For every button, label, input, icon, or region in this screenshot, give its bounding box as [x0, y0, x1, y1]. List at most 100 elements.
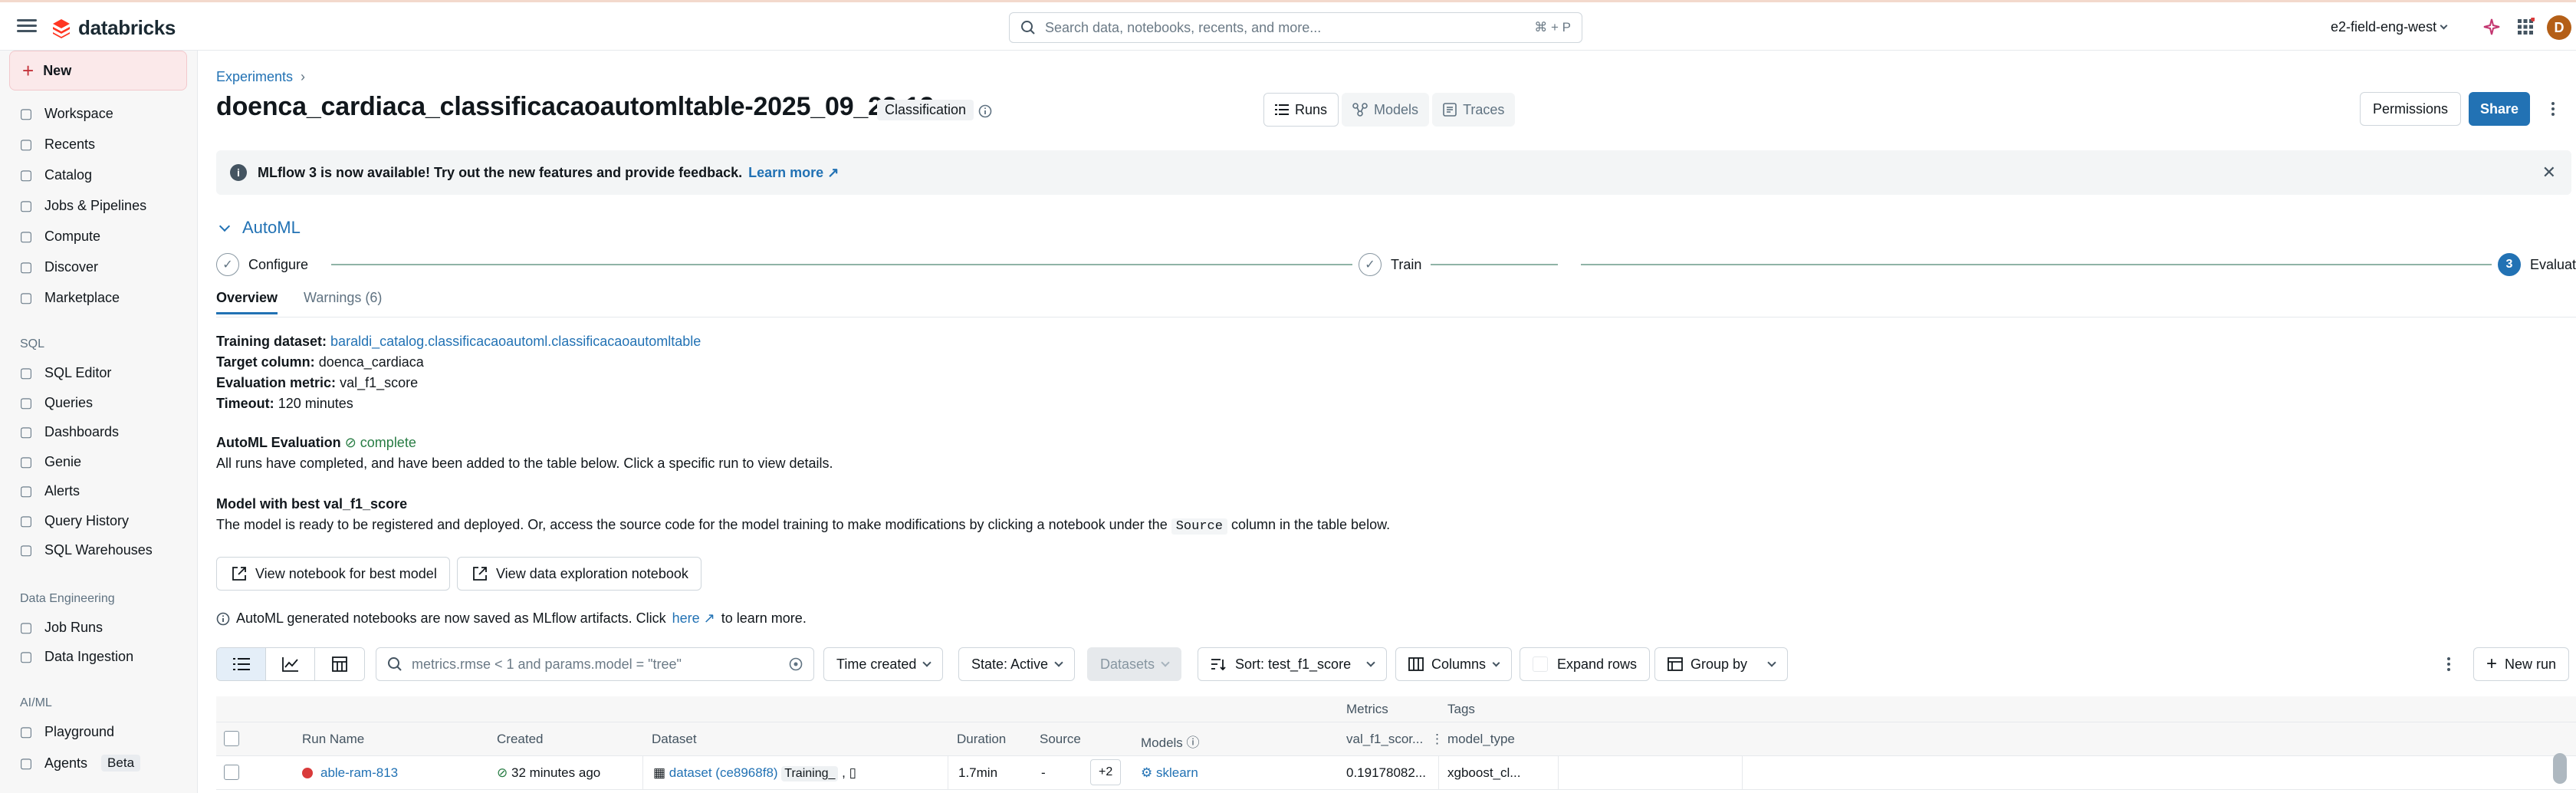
state-dropdown[interactable]: State: Active [958, 647, 1076, 681]
sidebar-item-label: Jobs & Pipelines [44, 198, 147, 213]
select-all-checkbox[interactable] [224, 731, 239, 746]
column-header-dataset[interactable]: Dataset [652, 732, 697, 747]
open-external-icon [232, 567, 246, 581]
databricks-logo[interactable]: databricks [52, 16, 176, 40]
new-run-button[interactable]: + New run [2473, 647, 2570, 681]
sidebar-item-marketplace[interactable]: ▢ Marketplace [18, 290, 120, 306]
sidebar-item-query-history[interactable]: ▢ Query History [18, 513, 129, 529]
view-best-notebook-button[interactable]: View notebook for best model [216, 557, 450, 591]
time-created-dropdown[interactable]: Time created [823, 647, 944, 681]
column-header-duration[interactable]: Duration [957, 732, 1006, 747]
duration-cell: 1.7min [958, 765, 998, 780]
sidebar-item-jobs-pipelines[interactable]: ▢ Jobs & Pipelines [18, 198, 146, 214]
column-menu-icon[interactable]: ⋮ [1431, 732, 1444, 747]
models-header-label: Models [1141, 735, 1183, 750]
expand-rows-toggle[interactable]: Expand rows [1520, 647, 1651, 681]
sidebar-item-sql-warehouses[interactable]: ▢ SQL Warehouses [18, 542, 153, 558]
datasets-label: Datasets [1100, 656, 1155, 672]
table-grid-icon [332, 656, 347, 672]
share-button[interactable]: Share [2469, 92, 2530, 126]
banner-text: MLflow 3 is now available! Try out the n… [258, 164, 743, 180]
sidebar-section-aiml: AI/ML [20, 696, 52, 709]
run-name-link[interactable]: able-ram-813 [320, 765, 398, 780]
info-icon[interactable] [978, 104, 992, 118]
column-header-val-f1-score[interactable]: val_f1_scor... [1346, 732, 1423, 747]
close-icon[interactable]: ✕ [2542, 163, 2556, 183]
new-button[interactable]: + New [9, 51, 187, 90]
sidebar-item-agents[interactable]: ▢ Agents Beta [18, 755, 141, 772]
tab-warnings[interactable]: Warnings (6) [304, 290, 382, 312]
user-avatar[interactable]: D [2547, 15, 2571, 40]
table-scrollbar[interactable] [2553, 753, 2567, 784]
column-header-created[interactable]: Created [497, 732, 543, 747]
more-options-icon[interactable] [2551, 100, 2556, 118]
sidebar-item-discover[interactable]: ▢ Discover [18, 259, 98, 275]
table-row[interactable]: able-ram-813 ⊘ 32 minutes ago ▦ dataset … [216, 756, 2576, 790]
tab-runs[interactable]: Runs [1263, 93, 1339, 127]
brand-name: databricks [78, 16, 176, 39]
banner-learn-more-link[interactable]: Learn more ↗ [748, 165, 839, 181]
sidebar-item-label: Dashboards [44, 424, 120, 439]
tab-traces[interactable]: Traces [1432, 93, 1516, 127]
sidebar-item-label: SQL Warehouses [44, 542, 153, 558]
menu-icon[interactable] [17, 16, 37, 36]
sidebar-item-genie[interactable]: ▢ Genie [18, 454, 81, 470]
step-train: ✓ Train [1352, 253, 1431, 276]
sidebar-item-catalog[interactable]: ▢ Catalog [18, 167, 92, 183]
help-icon[interactable] [789, 657, 803, 671]
sidebar-item-alerts[interactable]: ▢ Alerts [18, 483, 80, 499]
assistant-sparkle-icon[interactable] [2482, 18, 2501, 36]
store-icon: ▢ [19, 290, 33, 305]
sidebar-item-compute[interactable]: ▢ Compute [18, 229, 100, 245]
sidebar-item-sql-editor[interactable]: ▢ SQL Editor [18, 365, 111, 381]
tab-models[interactable]: Models [1342, 93, 1430, 127]
view-exploration-notebook-button[interactable]: View data exploration notebook [457, 557, 702, 591]
breadcrumb-experiments-link[interactable]: Experiments [216, 69, 293, 85]
sidebar-item-playground[interactable]: ▢ Playground [18, 724, 114, 740]
sort-dropdown[interactable]: Sort: test_f1_score [1198, 647, 1388, 681]
column-header-source[interactable]: Source [1040, 732, 1081, 747]
artifact-view-button[interactable] [315, 648, 364, 680]
sidebar-item-workspace[interactable]: ▢ Workspace [18, 106, 113, 122]
sidebar-item-queries[interactable]: ▢ Queries [18, 395, 93, 411]
column-header-run-name[interactable]: Run Name [302, 732, 364, 747]
columns-dropdown[interactable]: Columns [1395, 647, 1513, 681]
sidebar-item-data-ingestion[interactable]: ▢ Data Ingestion [18, 649, 133, 665]
table-view-button[interactable] [217, 648, 266, 680]
sidebar-item-job-runs[interactable]: ▢ Job Runs [18, 620, 103, 636]
sidebar-item-label: Compute [44, 229, 101, 244]
check-circle-icon: ⊘ [344, 435, 356, 450]
notebooks-artifacts-note: AutoML generated notebooks are now saved… [216, 610, 807, 627]
tab-traces-label: Traces [1463, 101, 1505, 117]
column-header-models[interactable]: Models ⓘ [1141, 732, 1200, 751]
automl-collapse-toggle[interactable]: AutoML [219, 218, 301, 238]
run-color-dot[interactable] [302, 768, 313, 778]
column-header-model-type[interactable]: model_type [1447, 732, 1515, 747]
model-link[interactable]: sklearn [1156, 765, 1198, 780]
global-search-input[interactable]: Search data, notebooks, recents, and mor… [1009, 12, 1582, 43]
note-text: AutoML generated notebooks are now saved… [236, 610, 666, 626]
dataset-link[interactable]: dataset (ce8968f8) [669, 765, 778, 780]
note-here-link[interactable]: here ↗ [672, 610, 715, 627]
expand-rows-checkbox[interactable] [1533, 656, 1548, 672]
runs-filter-input[interactable]: metrics.rmse < 1 and params.model = "tre… [376, 647, 814, 681]
group-by-dropdown[interactable]: Group by [1654, 647, 1789, 681]
more-datasets-button[interactable]: +2 [1090, 759, 1122, 785]
permissions-button[interactable]: Permissions [2360, 92, 2461, 126]
chevron-right-icon: › [301, 69, 306, 84]
training-dataset-link[interactable]: baraldi_catalog.classificacaoautoml.clas… [330, 334, 701, 349]
row-checkbox[interactable] [224, 765, 239, 780]
sidebar-item-recents[interactable]: ▢ Recents [18, 137, 95, 153]
info-icon [216, 612, 230, 625]
bell-icon: ▢ [19, 483, 33, 499]
sidebar-item-dashboards[interactable]: ▢ Dashboards [18, 424, 119, 440]
apps-grid-icon[interactable] [2516, 18, 2535, 36]
datasets-dropdown[interactable]: Datasets [1087, 647, 1182, 681]
sidebar-item-label: Catalog [44, 167, 93, 183]
step-label: Configure [248, 256, 309, 272]
time-created-label: Time created [836, 656, 917, 672]
tab-overview[interactable]: Overview [216, 290, 278, 314]
more-options-icon[interactable] [2447, 655, 2450, 673]
workspace-switcher[interactable]: e2-field-eng-west [2331, 19, 2448, 35]
chart-view-button[interactable] [266, 648, 315, 680]
